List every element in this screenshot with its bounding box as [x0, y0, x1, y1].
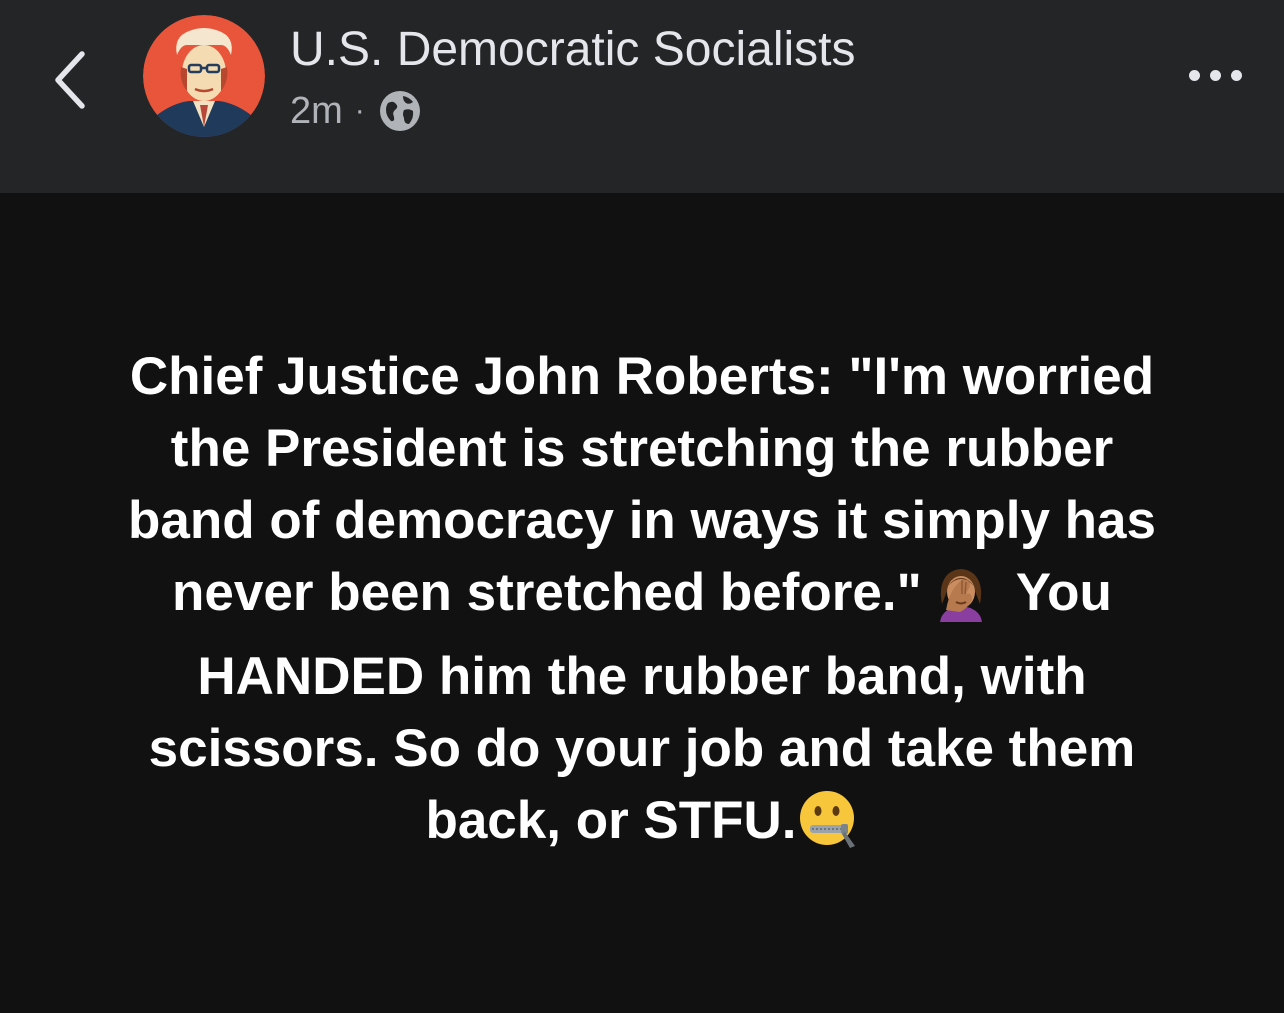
chevron-left-icon [55, 51, 85, 109]
more-dot [1230, 69, 1242, 81]
post-meta: 2m · [290, 86, 421, 136]
more-options-button[interactable] [1170, 50, 1260, 100]
meta-separator: · [354, 94, 365, 127]
back-button[interactable] [40, 40, 100, 120]
avatar-portrait-image [143, 15, 265, 137]
post-text: Chief Justice John Roberts: "I'm worried… [110, 341, 1174, 869]
post-header: U.S. Democratic Socialists 2m · [0, 0, 1284, 193]
face-palm-emoji-icon [932, 564, 990, 641]
post-text-part1: Chief Justice John Roberts: "I'm worried… [128, 347, 1156, 622]
more-dot [1209, 69, 1221, 81]
timestamp[interactable]: 2m [290, 90, 343, 133]
globe-icon[interactable] [379, 90, 421, 132]
avatar[interactable] [143, 15, 265, 137]
more-dot [1188, 69, 1200, 81]
post-body: Chief Justice John Roberts: "I'm worried… [0, 193, 1284, 1013]
zipper-mouth-face-emoji-icon [797, 788, 859, 869]
page-name[interactable]: U.S. Democratic Socialists [290, 20, 855, 80]
